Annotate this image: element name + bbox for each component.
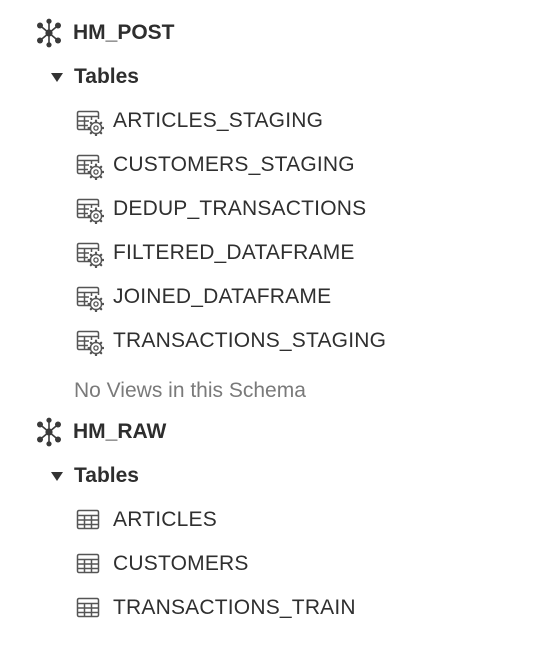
table-item[interactable]: TRANSACTIONS_STAGING [74, 324, 386, 358]
table-label: ARTICLES [113, 508, 217, 531]
table-item[interactable]: ARTICLES_STAGING [74, 104, 323, 138]
schema-name: HM_POST [73, 21, 175, 44]
expand-triangle-icon[interactable] [50, 469, 64, 483]
table-label: FILTERED_DATAFRAME [113, 241, 355, 264]
table-item[interactable]: CUSTOMERS_STAGING [74, 148, 355, 182]
table-item[interactable]: ARTICLES [74, 503, 217, 537]
table-icon [74, 505, 104, 535]
schema-network-icon [34, 417, 64, 447]
table-item[interactable]: CUSTOMERS [74, 547, 249, 581]
dynamic-table-icon [74, 194, 104, 224]
expand-triangle-icon[interactable] [50, 70, 64, 84]
group-label: Tables [74, 65, 139, 88]
table-label: DEDUP_TRANSACTIONS [113, 197, 367, 220]
schema-row-hm-post[interactable]: HM_POST [34, 16, 175, 50]
tables-group-hm-raw[interactable]: Tables [50, 459, 139, 493]
dynamic-table-icon [74, 106, 104, 136]
no-views-message: No Views in this Schema [74, 374, 306, 408]
table-item[interactable]: JOINED_DATAFRAME [74, 280, 331, 314]
table-label: JOINED_DATAFRAME [113, 285, 332, 308]
schema-row-hm-raw[interactable]: HM_RAW [34, 415, 166, 449]
dynamic-table-icon [74, 150, 104, 180]
dynamic-table-icon [74, 282, 104, 312]
table-item[interactable]: TRANSACTIONS_TRAIN [74, 591, 356, 625]
dynamic-table-icon [74, 238, 104, 268]
table-label: TRANSACTIONS_STAGING [113, 329, 387, 352]
table-label: CUSTOMERS_STAGING [113, 153, 355, 176]
table-item[interactable]: DEDUP_TRANSACTIONS [74, 192, 366, 226]
empty-views-label: No Views in this Schema [74, 379, 306, 402]
table-icon [74, 593, 104, 623]
table-label: CUSTOMERS [113, 552, 249, 575]
table-item[interactable]: FILTERED_DATAFRAME [74, 236, 355, 270]
schema-name: HM_RAW [73, 420, 167, 443]
tables-group-hm-post[interactable]: Tables [50, 60, 139, 94]
table-label: ARTICLES_STAGING [113, 109, 324, 132]
group-label: Tables [74, 464, 139, 487]
table-icon [74, 549, 104, 579]
dynamic-table-icon [74, 326, 104, 356]
schema-network-icon [34, 18, 64, 48]
table-label: TRANSACTIONS_TRAIN [113, 596, 356, 619]
